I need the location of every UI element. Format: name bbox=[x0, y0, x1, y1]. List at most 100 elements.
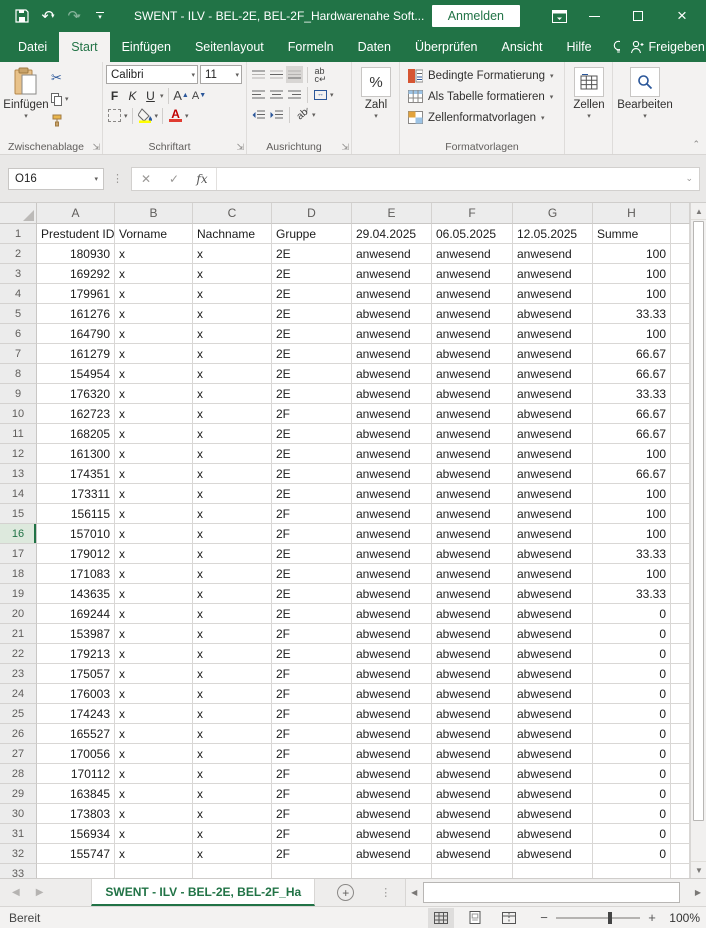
cell-G10[interactable]: abwesend bbox=[513, 404, 593, 424]
cell-D5[interactable]: 2E bbox=[272, 304, 352, 324]
cell-B11[interactable]: x bbox=[115, 424, 193, 444]
cell-D21[interactable]: 2F bbox=[272, 624, 352, 644]
customize-qat-button[interactable]: ▾ bbox=[88, 4, 112, 28]
cell-G23[interactable]: abwesend bbox=[513, 664, 593, 684]
cell-D26[interactable]: 2F bbox=[272, 724, 352, 744]
cell-G15[interactable]: anwesend bbox=[513, 504, 593, 524]
cell-filler-15[interactable] bbox=[671, 504, 690, 524]
row-header-22[interactable]: 22 bbox=[0, 644, 37, 664]
align-right-icon[interactable] bbox=[286, 86, 303, 103]
zoom-slider-thumb[interactable] bbox=[608, 912, 612, 924]
cell-B27[interactable]: x bbox=[115, 744, 193, 764]
cell-E31[interactable]: abwesend bbox=[352, 824, 432, 844]
cell-C31[interactable]: x bbox=[193, 824, 272, 844]
close-button[interactable]: × bbox=[660, 0, 704, 32]
cell-filler-10[interactable] bbox=[671, 404, 690, 424]
cell-F31[interactable]: abwesend bbox=[432, 824, 513, 844]
formula-input[interactable] bbox=[217, 168, 679, 190]
row-header-12[interactable]: 12 bbox=[0, 444, 37, 464]
align-bottom-icon[interactable] bbox=[286, 66, 303, 83]
page-layout-view-icon[interactable] bbox=[462, 908, 488, 928]
maximize-button[interactable] bbox=[616, 0, 660, 32]
cell-B7[interactable]: x bbox=[115, 344, 193, 364]
normal-view-icon[interactable] bbox=[428, 908, 454, 928]
cell-F26[interactable]: abwesend bbox=[432, 724, 513, 744]
row-header-6[interactable]: 6 bbox=[0, 324, 37, 344]
cell-H10[interactable]: 66.67 bbox=[593, 404, 671, 424]
cell-filler-33[interactable] bbox=[671, 864, 690, 878]
zoom-out-icon[interactable]: − bbox=[536, 910, 552, 925]
cell-E25[interactable]: abwesend bbox=[352, 704, 432, 724]
cell-B26[interactable]: x bbox=[115, 724, 193, 744]
cell-B18[interactable]: x bbox=[115, 564, 193, 584]
cell-B29[interactable]: x bbox=[115, 784, 193, 804]
cell-C6[interactable]: x bbox=[193, 324, 272, 344]
cell-C22[interactable]: x bbox=[193, 644, 272, 664]
format-painter-button[interactable] bbox=[49, 111, 71, 129]
cell-A31[interactable]: 156934 bbox=[37, 824, 115, 844]
cell-F4[interactable]: anwesend bbox=[432, 284, 513, 304]
page-break-view-icon[interactable] bbox=[496, 908, 522, 928]
font-name-combo[interactable]: Calibri▾ bbox=[106, 65, 198, 84]
row-header-29[interactable]: 29 bbox=[0, 784, 37, 804]
cell-B20[interactable]: x bbox=[115, 604, 193, 624]
cell-filler-13[interactable] bbox=[671, 464, 690, 484]
cell-E8[interactable]: abwesend bbox=[352, 364, 432, 384]
cell-H24[interactable]: 0 bbox=[593, 684, 671, 704]
cell-H13[interactable]: 66.67 bbox=[593, 464, 671, 484]
vertical-scrollbar[interactable]: ▲ ▼ bbox=[690, 203, 706, 878]
cell-D13[interactable]: 2E bbox=[272, 464, 352, 484]
cell-D29[interactable]: 2F bbox=[272, 784, 352, 804]
cell-C30[interactable]: x bbox=[193, 804, 272, 824]
cell-B22[interactable]: x bbox=[115, 644, 193, 664]
tab-überprüfen[interactable]: Überprüfen bbox=[403, 32, 490, 62]
cell-E2[interactable]: anwesend bbox=[352, 244, 432, 264]
sheet-nav-left-icon[interactable]: ◀ bbox=[12, 887, 20, 898]
cell-C12[interactable]: x bbox=[193, 444, 272, 464]
cell-A16[interactable]: 157010 bbox=[37, 524, 115, 544]
cell-D18[interactable]: 2E bbox=[272, 564, 352, 584]
cell-B15[interactable]: x bbox=[115, 504, 193, 524]
cell-H12[interactable]: 100 bbox=[593, 444, 671, 464]
cell-filler-26[interactable] bbox=[671, 724, 690, 744]
cell-D17[interactable]: 2E bbox=[272, 544, 352, 564]
cell-H4[interactable]: 100 bbox=[593, 284, 671, 304]
cell-D27[interactable]: 2F bbox=[272, 744, 352, 764]
cell-A26[interactable]: 165527 bbox=[37, 724, 115, 744]
cell-A24[interactable]: 176003 bbox=[37, 684, 115, 704]
cell-F15[interactable]: anwesend bbox=[432, 504, 513, 524]
cell-H11[interactable]: 66.67 bbox=[593, 424, 671, 444]
column-header-C[interactable]: C bbox=[193, 203, 272, 224]
cell-H17[interactable]: 33.33 bbox=[593, 544, 671, 564]
cell-E22[interactable]: abwesend bbox=[352, 644, 432, 664]
cell-E26[interactable]: abwesend bbox=[352, 724, 432, 744]
paste-button[interactable]: Einfügen ▾ bbox=[3, 65, 49, 129]
cell-A25[interactable]: 174243 bbox=[37, 704, 115, 724]
cell-E3[interactable]: anwesend bbox=[352, 264, 432, 284]
cell-H25[interactable]: 0 bbox=[593, 704, 671, 724]
cell-G11[interactable]: anwesend bbox=[513, 424, 593, 444]
name-box[interactable]: O16 ▾ bbox=[8, 168, 104, 190]
alignment-dialog-launcher-icon[interactable]: ⇲ bbox=[341, 143, 349, 152]
cell-F2[interactable]: anwesend bbox=[432, 244, 513, 264]
cell-A32[interactable]: 155747 bbox=[37, 844, 115, 864]
row-header-1[interactable]: 1 bbox=[0, 224, 37, 244]
cell-G6[interactable]: anwesend bbox=[513, 324, 593, 344]
cell-G3[interactable]: anwesend bbox=[513, 264, 593, 284]
cell-A18[interactable]: 171083 bbox=[37, 564, 115, 584]
align-top-icon[interactable] bbox=[250, 66, 267, 83]
cell-F17[interactable]: abwesend bbox=[432, 544, 513, 564]
cell-A33[interactable] bbox=[37, 864, 115, 878]
cell-B19[interactable]: x bbox=[115, 584, 193, 604]
cell-G31[interactable]: abwesend bbox=[513, 824, 593, 844]
cell-B13[interactable]: x bbox=[115, 464, 193, 484]
cell-B12[interactable]: x bbox=[115, 444, 193, 464]
cell-H16[interactable]: 100 bbox=[593, 524, 671, 544]
cell-E33[interactable] bbox=[352, 864, 432, 878]
orientation-icon[interactable]: ab̷ bbox=[294, 106, 311, 123]
cell-E12[interactable]: anwesend bbox=[352, 444, 432, 464]
cell-A7[interactable]: 161279 bbox=[37, 344, 115, 364]
increase-font-button[interactable]: A▲ bbox=[173, 87, 190, 104]
cell-H6[interactable]: 100 bbox=[593, 324, 671, 344]
cell-G25[interactable]: abwesend bbox=[513, 704, 593, 724]
